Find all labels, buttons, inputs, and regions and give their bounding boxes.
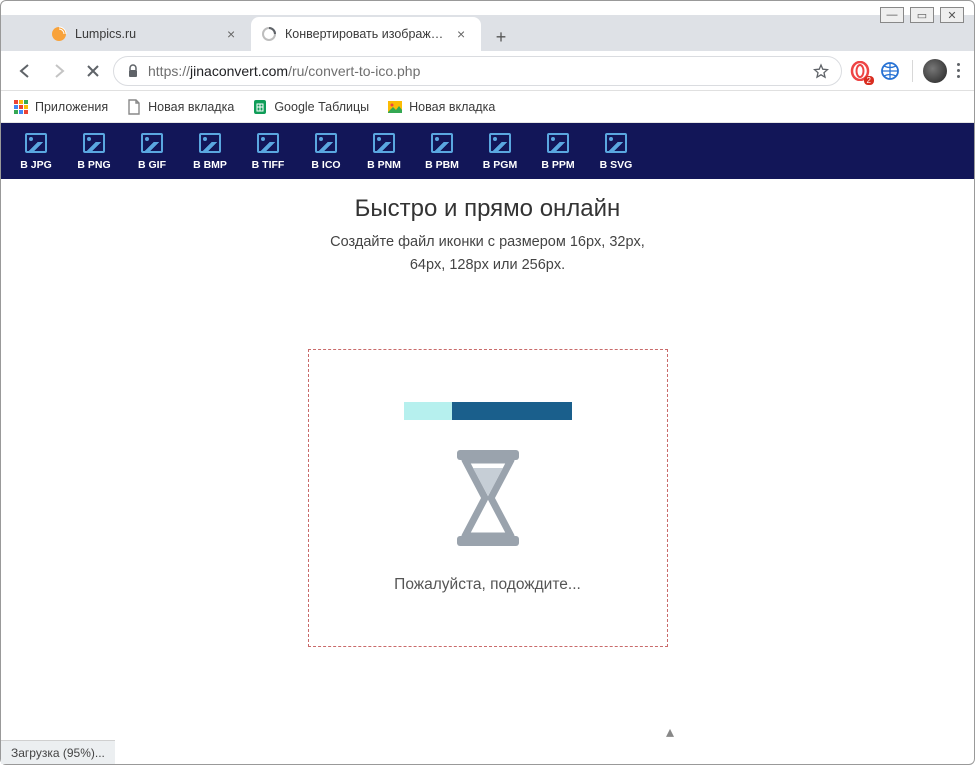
image-format-icon <box>141 133 163 153</box>
extension-opera-icon[interactable]: 2 <box>848 59 872 83</box>
bookmarks-apps[interactable]: Приложения <box>13 99 108 115</box>
progress-bar <box>404 402 572 420</box>
stop-button[interactable] <box>79 57 107 85</box>
image-format-icon <box>199 133 221 153</box>
page-subtext: Создайте файл иконки с размером 16px, 32… <box>1 231 974 277</box>
scroll-hint-icon: ▴ <box>666 722 674 742</box>
format-ppm[interactable]: В PPM <box>529 133 587 171</box>
tab-close-icon[interactable]: × <box>457 26 471 42</box>
page-heading: Быстро и прямо онлайн <box>1 195 974 223</box>
format-label: В PNM <box>367 159 401 171</box>
sheets-icon <box>252 99 268 115</box>
tab-title: Конвертировать изображения в <box>285 27 449 41</box>
page-icon <box>126 99 142 115</box>
format-label: В BMP <box>193 159 227 171</box>
window-maximize-button[interactable]: ▭ <box>910 7 934 23</box>
format-jpg[interactable]: В JPG <box>7 133 65 171</box>
forward-button <box>45 57 73 85</box>
format-gif[interactable]: В GIF <box>123 133 181 171</box>
extension-globe-icon[interactable] <box>878 59 902 83</box>
tab-title: Lumpics.ru <box>75 27 219 41</box>
browser-tab-lumpics[interactable]: Lumpics.ru × <box>41 17 251 51</box>
bookmark-newtab-1[interactable]: Новая вкладка <box>126 99 234 115</box>
extension-badge: 2 <box>864 76 874 85</box>
format-ico[interactable]: В ICO <box>297 133 355 171</box>
bookmark-star-icon[interactable] <box>813 63 829 79</box>
format-bmp[interactable]: В BMP <box>181 133 239 171</box>
bookmark-newtab-2[interactable]: Новая вкладка <box>387 99 495 115</box>
bookmark-sheets[interactable]: Google Таблицы <box>252 99 369 115</box>
image-format-icon <box>431 133 453 153</box>
hourglass-icon <box>449 448 527 548</box>
bookmark-label: Новая вкладка <box>148 100 234 114</box>
format-tiff[interactable]: В TIFF <box>239 133 297 171</box>
address-bar[interactable]: https://jinaconvert.com/ru/convert-to-ic… <box>113 56 842 86</box>
favicon-orange-icon <box>51 26 67 42</box>
url-text: https://jinaconvert.com/ru/convert-to-ic… <box>148 63 805 79</box>
image-format-icon <box>83 133 105 153</box>
browser-menu-button[interactable] <box>953 59 964 82</box>
back-button[interactable] <box>11 57 39 85</box>
format-label: В GIF <box>138 159 166 171</box>
toolbar-separator <box>912 60 913 82</box>
format-label: В PGM <box>483 159 517 171</box>
window-close-button[interactable]: ✕ <box>940 7 964 23</box>
status-text: Загрузка (95%)... <box>11 746 105 760</box>
format-pnm[interactable]: В PNM <box>355 133 413 171</box>
loading-spinner-icon <box>261 26 277 42</box>
wait-text: Пожалуйста, подождите... <box>394 576 581 594</box>
format-svg[interactable]: В SVG <box>587 133 645 171</box>
window-minimize-button[interactable]: — <box>880 7 904 23</box>
image-format-icon <box>373 133 395 153</box>
status-bar: Загрузка (95%)... <box>1 740 115 764</box>
image-format-icon <box>605 133 627 153</box>
image-format-icon <box>257 133 279 153</box>
apps-grid-icon <box>13 99 29 115</box>
format-label: В PBM <box>425 159 459 171</box>
bookmark-label: Приложения <box>35 100 108 114</box>
image-format-icon <box>489 133 511 153</box>
image-format-icon <box>315 133 337 153</box>
format-label: В ICO <box>311 159 340 171</box>
browser-tab-jinaconvert[interactable]: Конвертировать изображения в × <box>251 17 481 51</box>
image-format-icon <box>547 133 569 153</box>
bookmark-label: Google Таблицы <box>274 100 369 114</box>
format-pgm[interactable]: В PGM <box>471 133 529 171</box>
format-label: В PPM <box>541 159 574 171</box>
format-nav: В JPG В PNG В GIF В BMP В TIFF В ICO В P… <box>1 123 974 179</box>
format-pbm[interactable]: В PBM <box>413 133 471 171</box>
image-format-icon <box>25 133 47 153</box>
upload-dropzone[interactable]: Пожалуйста, подождите... <box>308 349 668 647</box>
profile-avatar[interactable] <box>923 59 947 83</box>
tab-close-icon[interactable]: × <box>227 26 241 42</box>
lock-icon <box>126 64 140 78</box>
arrow-right-icon <box>50 62 68 80</box>
picture-icon <box>387 99 403 115</box>
new-tab-button[interactable]: + <box>487 23 515 51</box>
format-label: В PNG <box>77 159 110 171</box>
arrow-left-icon <box>16 62 34 80</box>
bookmark-label: Новая вкладка <box>409 100 495 114</box>
format-png[interactable]: В PNG <box>65 133 123 171</box>
close-icon <box>85 63 101 79</box>
format-label: В JPG <box>20 159 52 171</box>
format-label: В TIFF <box>252 159 285 171</box>
format-label: В SVG <box>600 159 633 171</box>
